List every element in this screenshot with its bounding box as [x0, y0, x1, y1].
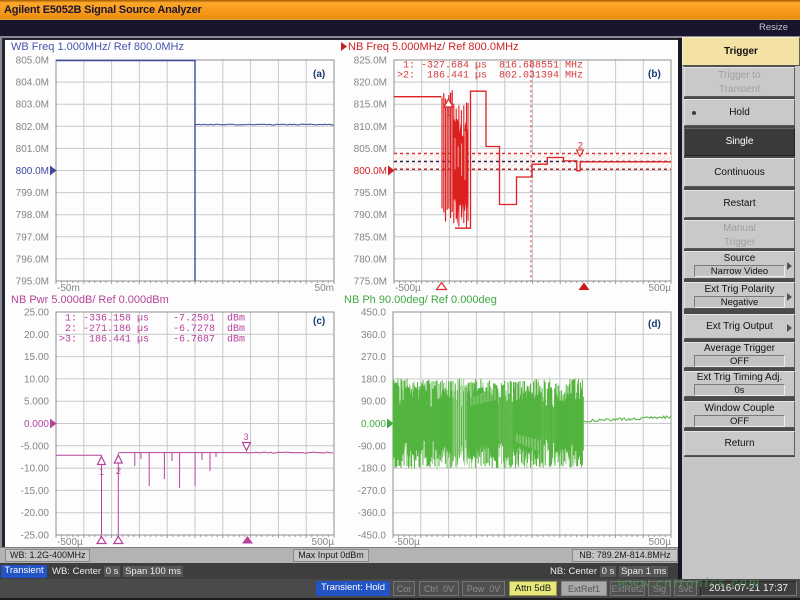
svg-text:0.000: 0.000: [361, 419, 386, 430]
svg-text:180.0: 180.0: [361, 374, 386, 385]
svg-text:90.00: 90.00: [361, 397, 386, 408]
svg-text:>2: 186.441 µs 802.031394 MH: >2: 186.441 µs 802.031394 MHz: [397, 71, 583, 82]
svg-text:795.0M: 795.0M: [16, 277, 49, 288]
svg-text:10.00: 10.00: [24, 374, 49, 385]
svg-text:5.000: 5.000: [24, 397, 49, 408]
svg-text:25.00: 25.00: [24, 308, 49, 319]
svg-text:15.00: 15.00: [24, 352, 49, 363]
svg-text:-500µ: -500µ: [57, 537, 83, 548]
svg-text:-270.0: -270.0: [358, 486, 387, 497]
svg-text:800.0M: 800.0M: [354, 166, 387, 177]
svg-text:-15.00: -15.00: [21, 486, 50, 497]
svg-text:1: 1: [446, 108, 451, 118]
svg-text:-90.00: -90.00: [358, 441, 387, 452]
svg-text:1: 1: [99, 467, 104, 477]
svg-text:815.0M: 815.0M: [354, 100, 387, 111]
svg-text:804.0M: 804.0M: [16, 78, 49, 89]
svg-text:0.000: 0.000: [24, 419, 49, 430]
svg-text:-10.00: -10.00: [21, 464, 50, 475]
svg-text:500µ: 500µ: [649, 283, 672, 294]
svg-text:803.0M: 803.0M: [16, 100, 49, 111]
svg-text:801.0M: 801.0M: [16, 144, 49, 155]
svg-text:>3: 186.441 µs -6.7687 dB: >3: 186.441 µs -6.7687 dBm: [59, 334, 245, 346]
svg-text:500µ: 500µ: [649, 537, 672, 548]
svg-text:810.0M: 810.0M: [354, 122, 387, 133]
svg-text:2: -271.186 µs -6.7278 dBm: 2: -271.186 µs -6.7278 dBm: [59, 323, 245, 335]
svg-text:785.0M: 785.0M: [354, 232, 387, 243]
svg-text:(b): (b): [648, 69, 661, 80]
svg-text:1: -336.158 µs -7.2501 dBm: 1: -336.158 µs -7.2501 dBm: [59, 313, 245, 325]
svg-text:2: 2: [116, 466, 121, 476]
svg-text:2: 2: [578, 141, 583, 151]
svg-text:-5.000: -5.000: [21, 441, 50, 452]
svg-text:270.0: 270.0: [361, 352, 386, 363]
svg-text:NB Freq 5.000MHz/ Ref 800.0MHz: NB Freq 5.000MHz/ Ref 800.0MHz: [348, 41, 519, 53]
svg-text:800.0M: 800.0M: [16, 166, 49, 177]
svg-text:WB Freq 1.000MHz/ Ref 800.0MHz: WB Freq 1.000MHz/ Ref 800.0MHz: [11, 41, 184, 53]
svg-text:802.0M: 802.0M: [16, 122, 49, 133]
svg-text:797.0M: 797.0M: [16, 232, 49, 243]
svg-text:500µ: 500µ: [312, 537, 335, 548]
svg-text:20.00: 20.00: [24, 330, 49, 341]
svg-text:-500µ: -500µ: [394, 537, 420, 548]
svg-text:NB Ph 90.00deg/ Ref 0.000deg: NB Ph 90.00deg/ Ref 0.000deg: [344, 294, 497, 306]
svg-text:(d): (d): [648, 319, 661, 330]
svg-text:NB Pwr 5.000dB/ Ref 0.000dBm: NB Pwr 5.000dB/ Ref 0.000dBm: [11, 294, 169, 306]
svg-text:798.0M: 798.0M: [16, 210, 49, 221]
svg-text:-360.0: -360.0: [358, 508, 387, 519]
svg-text:795.0M: 795.0M: [354, 188, 387, 199]
svg-text:-50m: -50m: [57, 283, 80, 294]
svg-text:805.0M: 805.0M: [16, 56, 49, 67]
svg-text:360.0: 360.0: [361, 330, 386, 341]
svg-text:796.0M: 796.0M: [16, 254, 49, 265]
svg-text:780.0M: 780.0M: [354, 254, 387, 265]
svg-text:-500µ: -500µ: [395, 283, 421, 294]
svg-text:799.0M: 799.0M: [16, 188, 49, 199]
svg-text:50m: 50m: [315, 283, 334, 294]
svg-text:-20.00: -20.00: [21, 508, 50, 519]
svg-text:(a): (a): [313, 69, 325, 80]
svg-text:3: 3: [244, 432, 249, 442]
svg-text:790.0M: 790.0M: [354, 210, 387, 221]
svg-text:-180.0: -180.0: [358, 464, 387, 475]
svg-text:(c): (c): [313, 316, 325, 327]
svg-text:775.0M: 775.0M: [354, 277, 387, 288]
svg-text:-450.0: -450.0: [358, 531, 387, 542]
svg-text:450.0: 450.0: [361, 308, 386, 319]
svg-text:805.0M: 805.0M: [354, 144, 387, 155]
svg-text:820.0M: 820.0M: [354, 78, 387, 89]
svg-text:-25.00: -25.00: [21, 531, 50, 542]
svg-text:825.0M: 825.0M: [354, 56, 387, 67]
